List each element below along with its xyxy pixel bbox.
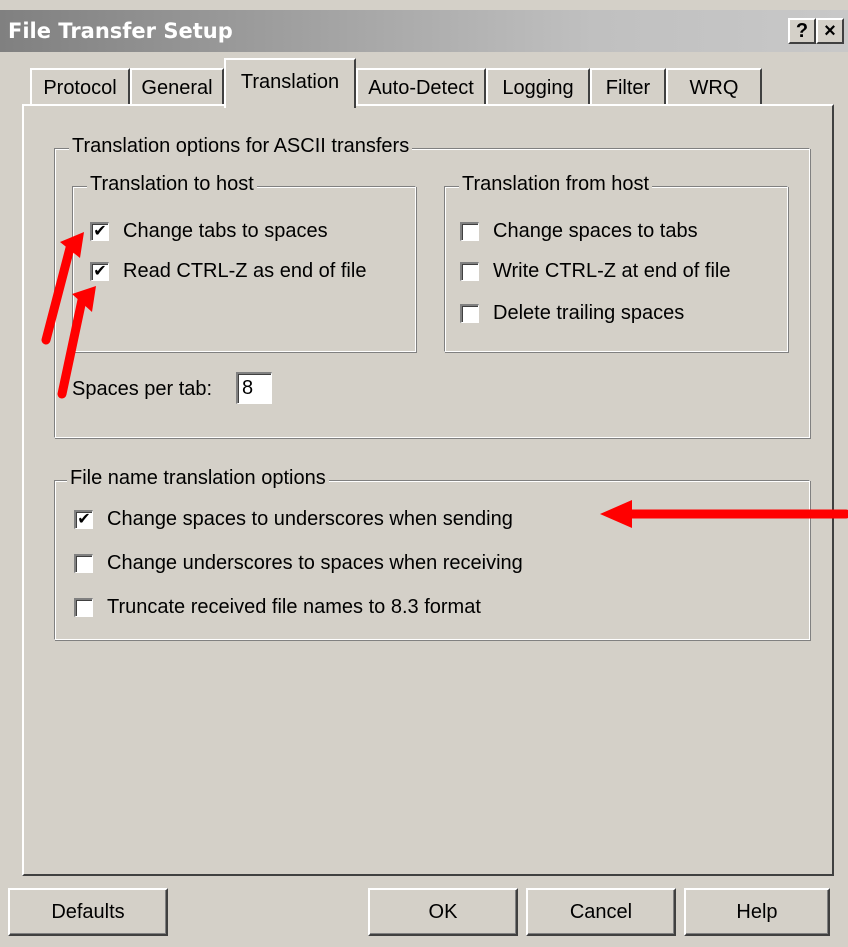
underscores-to-spaces-option[interactable]: Change underscores to spaces when receiv…	[74, 552, 523, 575]
delete-trailing-spaces-option[interactable]: Delete trailing spaces	[460, 302, 684, 325]
file-name-group-label: File name translation options	[67, 467, 329, 490]
change-tabs-to-spaces-option[interactable]: ✔ Change tabs to spaces	[90, 220, 328, 243]
delete-trailing-spaces-checkbox[interactable]	[460, 304, 479, 323]
spaces-to-underscores-option[interactable]: ✔ Change spaces to underscores when send…	[74, 508, 513, 531]
truncate-file-names-checkbox[interactable]	[74, 598, 93, 617]
tab-auto-detect[interactable]: Auto-Detect	[356, 68, 486, 106]
option-label: Write CTRL-Z at end of file	[493, 260, 731, 282]
change-tabs-to-spaces-checkbox[interactable]: ✔	[90, 222, 109, 241]
option-label: Change spaces to tabs	[493, 220, 698, 242]
help-button[interactable]: Help	[684, 888, 830, 936]
tab-filter[interactable]: Filter	[590, 68, 666, 106]
change-spaces-to-tabs-option[interactable]: Change spaces to tabs	[460, 220, 698, 243]
underscores-to-spaces-checkbox[interactable]	[74, 554, 93, 573]
to-host-group-label: Translation to host	[87, 173, 257, 196]
tab-translation[interactable]: Translation	[224, 58, 356, 108]
option-label: Delete trailing spaces	[493, 302, 685, 324]
truncate-file-names-option[interactable]: Truncate received file names to 8.3 form…	[74, 596, 481, 619]
option-label: Change underscores to spaces when receiv…	[107, 552, 523, 574]
close-icon[interactable]: ×	[816, 18, 844, 44]
write-ctrl-z-checkbox[interactable]	[460, 262, 479, 281]
option-label: Read CTRL-Z as end of file	[123, 260, 367, 282]
from-host-group-label: Translation from host	[459, 173, 653, 196]
spaces-per-tab-input[interactable]: 8	[236, 372, 272, 404]
window-title: File Transfer Setup	[8, 19, 233, 43]
tab-wrq[interactable]: WRQ	[666, 68, 762, 106]
file-transfer-setup-dialog: File Transfer Setup ? × Protocol General…	[0, 0, 848, 947]
read-ctrl-z-option[interactable]: ✔ Read CTRL-Z as end of file	[90, 260, 366, 283]
spaces-to-underscores-checkbox[interactable]: ✔	[74, 510, 93, 529]
change-spaces-to-tabs-checkbox[interactable]	[460, 222, 479, 241]
write-ctrl-z-option[interactable]: Write CTRL-Z at end of file	[460, 260, 730, 283]
tab-general[interactable]: General	[130, 68, 224, 106]
help-icon[interactable]: ?	[788, 18, 816, 44]
ascii-group-label: Translation options for ASCII transfers	[69, 135, 413, 158]
read-ctrl-z-checkbox[interactable]: ✔	[90, 262, 109, 281]
option-label: Change tabs to spaces	[123, 220, 328, 242]
title-bar: File Transfer Setup ? ×	[0, 10, 848, 52]
tab-logging[interactable]: Logging	[486, 68, 590, 106]
spaces-per-tab-label: Spaces per tab:	[72, 378, 213, 400]
ok-button[interactable]: OK	[368, 888, 518, 936]
option-label: Change spaces to underscores when sendin…	[107, 508, 513, 530]
cancel-button[interactable]: Cancel	[526, 888, 676, 936]
option-label: Truncate received file names to 8.3 form…	[107, 596, 481, 618]
tab-protocol[interactable]: Protocol	[30, 68, 130, 106]
defaults-button[interactable]: Defaults	[8, 888, 168, 936]
